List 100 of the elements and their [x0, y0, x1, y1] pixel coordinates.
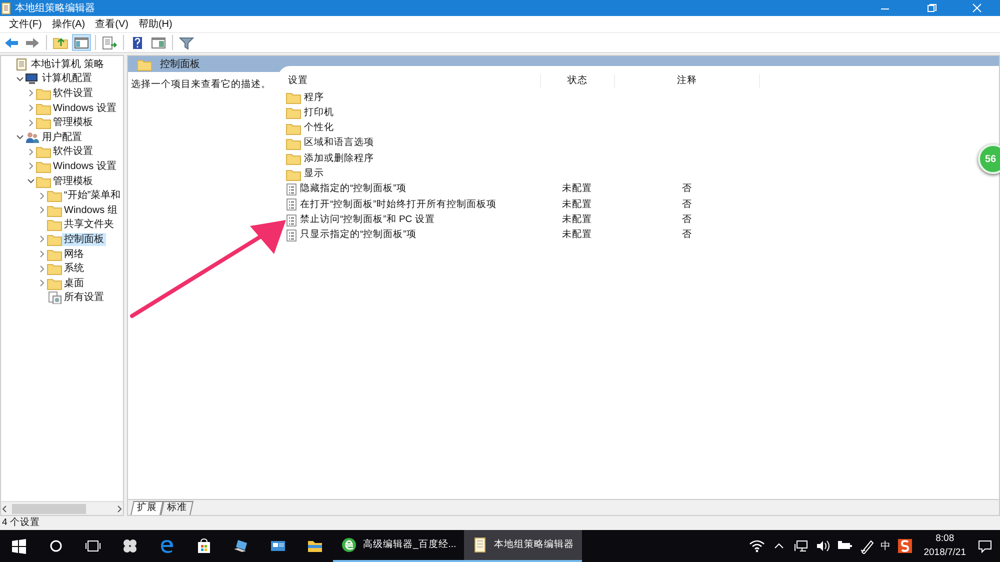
chevron-right-icon[interactable]: [38, 279, 46, 288]
folder-icon[interactable]: [306, 538, 322, 554]
chevron-right-icon[interactable]: [38, 235, 46, 244]
folder-icon: [286, 122, 301, 135]
tree-item[interactable]: 共享文件夹: [62, 218, 116, 232]
setting-name[interactable]: 区域和语言选项: [304, 136, 374, 151]
tree-item[interactable]: 控制面板: [62, 232, 106, 246]
tree-item[interactable]: 管理模板: [51, 174, 95, 188]
setting-name[interactable]: 只显示指定的“控制面板”项: [300, 228, 416, 242]
input-language-button[interactable]: 中: [880, 538, 892, 554]
tree-item[interactable]: Windows 设置: [51, 160, 118, 173]
chevron-right-icon[interactable]: [26, 118, 34, 127]
network-icon[interactable]: [792, 538, 809, 554]
tree-item[interactable]: 软件设置: [51, 145, 95, 158]
window-app-icon[interactable]: [270, 538, 286, 554]
globe-e-icon: [341, 537, 357, 553]
chevron-down-icon[interactable]: [16, 74, 24, 83]
settings-page-icon: [47, 291, 62, 304]
chevron-right-icon[interactable]: [38, 192, 46, 200]
setting-name[interactable]: 程序: [304, 90, 324, 105]
column-header[interactable]: 注释: [614, 74, 760, 88]
shopping-bag-icon[interactable]: [196, 538, 212, 554]
folder-icon: [47, 276, 62, 290]
tree-item[interactable]: Windows 设置: [51, 102, 118, 115]
folder-icon: [47, 189, 62, 202]
policy-setting-icon: [286, 214, 297, 227]
users-icon: [25, 130, 40, 144]
chevron-right-icon[interactable]: [38, 264, 46, 273]
tree-item[interactable]: 网络: [62, 248, 86, 261]
menu-item[interactable]: 文件(F): [4, 16, 47, 32]
tree-item[interactable]: 计算机配置: [40, 72, 94, 86]
setting-name[interactable]: 隐藏指定的“控制面板”项: [300, 182, 406, 197]
toolbar-button[interactable]: [100, 34, 119, 51]
task-view-icon[interactable]: [84, 538, 100, 554]
folder-icon: [286, 106, 301, 120]
folder-icon: [47, 248, 62, 261]
circle-search-icon[interactable]: [48, 538, 64, 554]
chevron-down-icon[interactable]: [26, 177, 34, 186]
tree-item[interactable]: 用户配置: [40, 130, 84, 144]
volume-icon[interactable]: [814, 538, 831, 554]
menu-item[interactable]: 帮助(H): [133, 16, 178, 32]
tree-item[interactable]: “开始”菜单和: [62, 189, 123, 202]
tree-item[interactable]: Windows 组: [62, 204, 120, 217]
tree-item[interactable]: 桌面: [62, 276, 86, 290]
comment-cell: 否: [682, 214, 692, 225]
tree-item[interactable]: 本地计算机 策略: [29, 58, 106, 71]
menu-item[interactable]: 操作(A): [46, 16, 90, 32]
column-header[interactable]: 状态: [540, 74, 614, 88]
view-tab[interactable]: 扩展: [130, 501, 164, 515]
chevron-right-icon[interactable]: [26, 104, 34, 112]
scroll-right-icon[interactable]: [115, 504, 123, 512]
setting-name[interactable]: 禁止访问“控制面板”和 PC 设置: [300, 212, 435, 228]
setting-name[interactable]: 个性化: [304, 121, 334, 136]
scroll-icon: [472, 537, 488, 553]
folder-icon: [36, 145, 51, 158]
chevron-down-icon[interactable]: [16, 133, 24, 142]
toolbar-button[interactable]: [72, 34, 91, 51]
scroll-icon: [14, 58, 29, 71]
input-method-s-icon[interactable]: [896, 538, 913, 554]
tree-item[interactable]: 管理模板: [51, 116, 95, 130]
pen-icon[interactable]: [858, 538, 875, 554]
folder-icon: [286, 137, 301, 150]
setting-name[interactable]: 显示: [304, 167, 324, 182]
tree-item[interactable]: 系统: [62, 262, 86, 276]
computer-icon: [25, 72, 40, 86]
chevron-right-icon[interactable]: [26, 148, 34, 156]
state-cell: 未配置: [562, 229, 592, 240]
browser-e-icon[interactable]: [158, 538, 174, 554]
scroll-left-icon[interactable]: [1, 504, 9, 512]
fan-icon[interactable]: [122, 538, 138, 554]
setting-name[interactable]: 添加或删除程序: [304, 152, 374, 166]
chevron-right-icon[interactable]: [38, 206, 46, 214]
pane-title: 控制面板: [160, 58, 200, 72]
folder-icon: [36, 160, 51, 173]
notification-icon[interactable]: [977, 538, 993, 554]
column-header[interactable]: 设置: [278, 74, 540, 88]
state-cell: 未配置: [562, 183, 592, 194]
laptop-icon[interactable]: [232, 538, 248, 554]
folder-icon: [286, 168, 301, 181]
folder-icon: [47, 262, 62, 276]
menu-item[interactable]: 查看(V): [90, 16, 134, 32]
comment-cell: 否: [682, 198, 692, 210]
chevron-right-icon[interactable]: [26, 89, 34, 98]
scrollbar-thumb[interactable]: [12, 504, 86, 514]
setting-name[interactable]: 在打开“控制面板”时始终打开所有控制面板项: [300, 198, 496, 212]
chevron-right-icon[interactable]: [26, 162, 34, 170]
folder-icon: [47, 218, 62, 232]
chevron-right-icon[interactable]: [38, 250, 46, 258]
taskbar-app-button[interactable]: 本地组策略编辑器: [464, 530, 582, 562]
policy-setting-icon: [286, 198, 297, 212]
description-text: 选择一个项目来查看它的描述。: [131, 79, 271, 90]
wifi-icon[interactable]: [748, 538, 765, 554]
tree-item[interactable]: 所有设置: [62, 291, 106, 304]
state-cell: 未配置: [562, 198, 592, 210]
view-tab[interactable]: 标准: [160, 501, 194, 515]
properties-window-icon: [151, 36, 166, 50]
clock[interactable]: 8:08 2018/7/21: [918, 532, 972, 560]
tree-item[interactable]: 软件设置: [51, 86, 95, 100]
setting-name[interactable]: 打印机: [304, 106, 334, 120]
windows-logo-icon[interactable]: [10, 538, 26, 554]
